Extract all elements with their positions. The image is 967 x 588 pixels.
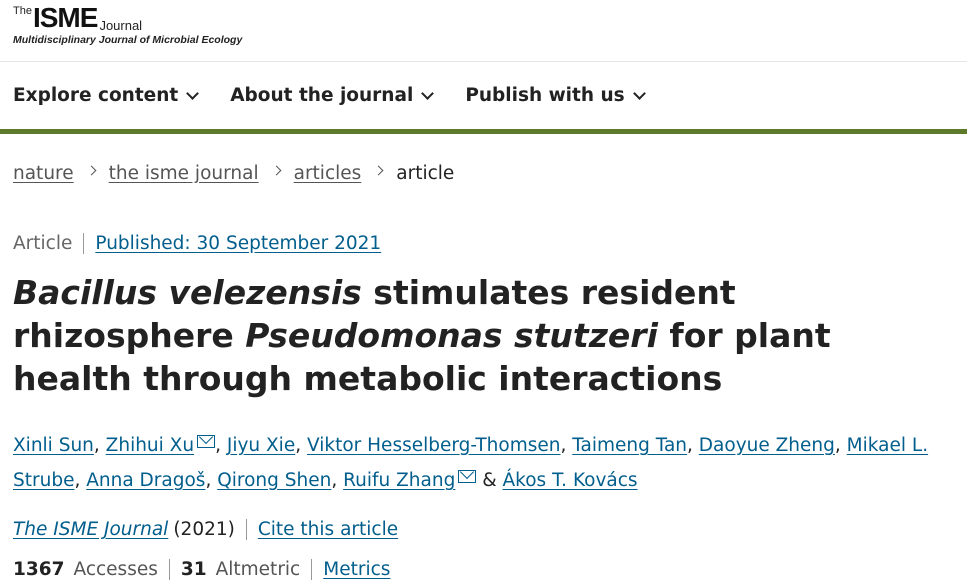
author-separator: , bbox=[215, 435, 227, 456]
main-nav: Explore content About the journal Publis… bbox=[13, 85, 677, 106]
altmetric-label: Altmetric bbox=[216, 559, 313, 580]
email-icon[interactable] bbox=[458, 470, 477, 483]
nav-about-journal[interactable]: About the journal bbox=[230, 85, 435, 106]
author-separator: & bbox=[476, 470, 503, 491]
author-link[interactable]: Jiyu Xie bbox=[227, 435, 295, 456]
logo-journal-text: Journal bbox=[99, 18, 143, 33]
citation-line: The ISME Journal (2021) Cite this articl… bbox=[13, 519, 398, 540]
author-list: Xinli Sun, Zhihui Xu, Jiyu Xie, Viktor H… bbox=[13, 428, 963, 498]
accesses-label: Accesses bbox=[74, 559, 170, 580]
author-link[interactable]: Qirong Shen bbox=[217, 470, 331, 491]
breadcrumb-articles[interactable]: articles bbox=[294, 163, 362, 184]
author-link[interactable]: Ruifu Zhang bbox=[343, 470, 455, 491]
journal-name-link[interactable]: The ISME Journal bbox=[13, 519, 168, 540]
logo-tagline: Multidisciplinary Journal of Microbial E… bbox=[13, 34, 243, 46]
breadcrumb-nature[interactable]: nature bbox=[13, 163, 74, 184]
article-type: Article bbox=[13, 233, 85, 254]
chevron-right-icon bbox=[373, 165, 384, 176]
nav-explore-content-label: Explore content bbox=[13, 85, 179, 106]
chevron-down-icon bbox=[632, 86, 646, 100]
author-separator: , bbox=[295, 435, 307, 456]
accesses-metric: 1367 Accesses bbox=[13, 559, 170, 580]
journal-year: (2021) bbox=[173, 519, 247, 540]
chevron-down-icon bbox=[421, 86, 435, 100]
author-link[interactable]: Viktor Hesselberg-Thomsen bbox=[307, 435, 561, 456]
author-link[interactable]: Anna Dragoš bbox=[86, 470, 205, 491]
title-species-1: Bacillus velezensis bbox=[13, 273, 362, 312]
author-separator: , bbox=[205, 470, 218, 491]
logo-isme-text: ISME bbox=[32, 2, 98, 33]
author-separator: , bbox=[331, 470, 344, 491]
article-title: Bacillus velezensis stimulates resident … bbox=[13, 271, 953, 400]
nav-accent-bar bbox=[0, 129, 967, 134]
altmetric-metric: 31 Altmetric bbox=[180, 559, 313, 580]
chevron-right-icon bbox=[271, 165, 282, 176]
article-metrics: 1367 Accesses 31 Altmetric Metrics bbox=[13, 559, 390, 580]
author-separator: , bbox=[74, 470, 87, 491]
published-date-link[interactable]: Published: 30 September 2021 bbox=[95, 233, 381, 254]
author-link[interactable]: Zhihui Xu bbox=[106, 435, 194, 456]
header-divider bbox=[0, 61, 967, 62]
author-separator: , bbox=[93, 435, 106, 456]
author-link[interactable]: Taimeng Tan bbox=[572, 435, 687, 456]
cite-article-link[interactable]: Cite this article bbox=[258, 519, 398, 540]
breadcrumb-current: article bbox=[396, 163, 455, 184]
article-meta: Article Published: 30 September 2021 bbox=[13, 233, 381, 254]
nav-about-journal-label: About the journal bbox=[230, 85, 414, 106]
author-link[interactable]: Ákos T. Kovács bbox=[503, 470, 638, 491]
author-separator: , bbox=[687, 435, 699, 456]
breadcrumb-isme-journal[interactable]: the isme journal bbox=[109, 163, 259, 184]
chevron-down-icon bbox=[186, 86, 200, 100]
logo-the-text: The bbox=[13, 5, 32, 17]
title-species-2: Pseudomonas stutzeri bbox=[245, 316, 658, 355]
breadcrumb: nature the isme journal articles article bbox=[13, 163, 454, 184]
author-separator: , bbox=[834, 435, 847, 456]
nav-explore-content[interactable]: Explore content bbox=[13, 85, 200, 106]
author-link[interactable]: Xinli Sun bbox=[13, 435, 94, 456]
nav-publish-with-us-label: Publish with us bbox=[465, 85, 625, 106]
author-link[interactable]: Daoyue Zheng bbox=[699, 435, 835, 456]
email-icon[interactable] bbox=[197, 435, 216, 448]
journal-logo[interactable]: The ISME Journal Multidisciplinary Journ… bbox=[13, 4, 242, 46]
accesses-count: 1367 bbox=[13, 559, 65, 580]
chevron-right-icon bbox=[86, 165, 97, 176]
altmetric-count: 31 bbox=[180, 559, 207, 580]
nav-publish-with-us[interactable]: Publish with us bbox=[465, 85, 646, 106]
author-separator: , bbox=[560, 435, 573, 456]
metrics-link[interactable]: Metrics bbox=[323, 559, 390, 580]
